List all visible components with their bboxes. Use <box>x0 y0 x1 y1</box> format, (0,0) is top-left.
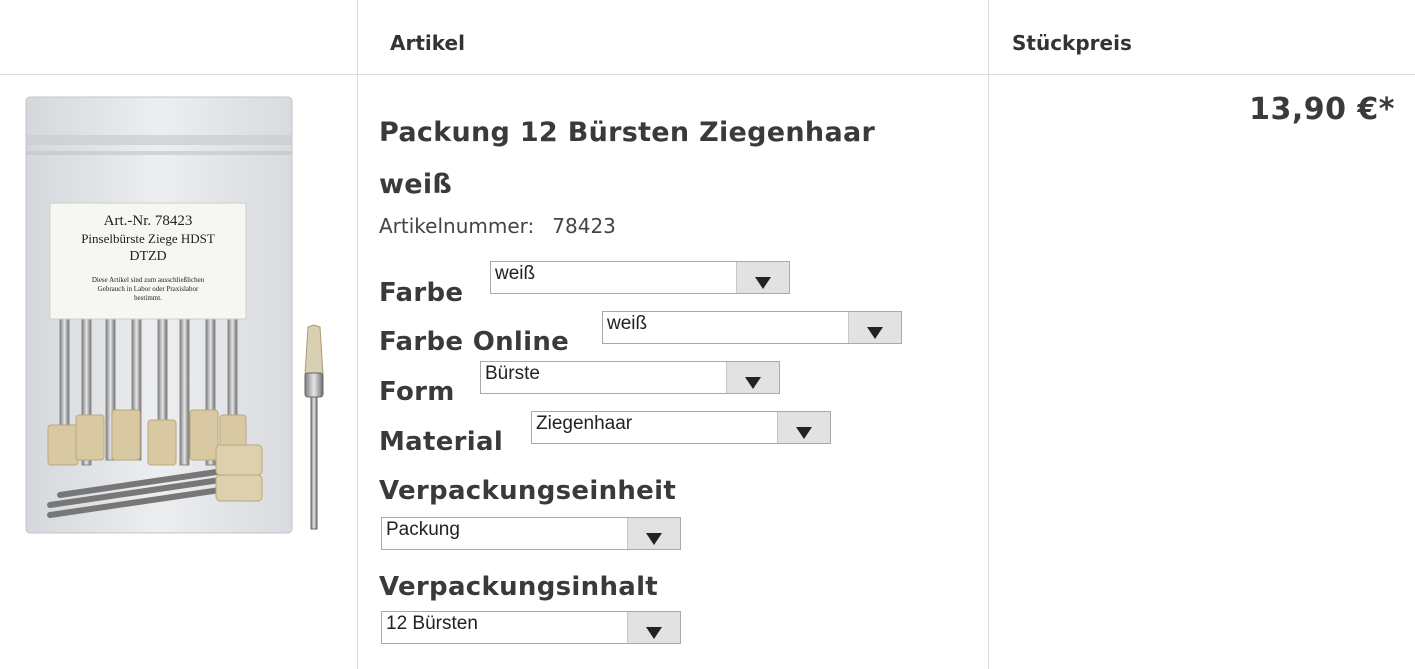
form-select[interactable]: Bürste <box>480 361 780 394</box>
chevron-down-icon[interactable] <box>627 518 680 549</box>
option-label-farbe: Farbe <box>379 278 464 308</box>
option-label-verpackungsinhalt: Verpackungsinhalt <box>379 572 659 602</box>
material-select[interactable]: Ziegenhaar <box>531 411 831 444</box>
product-image[interactable]: Art.-Nr. 78423 Pinselbürste Ziege HDST D… <box>20 95 342 535</box>
image-label-line5: Gebrauch in Labor oder Praxislabor <box>98 285 199 293</box>
chevron-down-icon[interactable] <box>848 312 901 343</box>
material-select-value: Ziegenhaar <box>536 413 633 434</box>
image-label-line6: bestimmt. <box>134 294 162 302</box>
farbe-online-select-value: weiß <box>607 313 648 334</box>
unit-price: 13,90 €* <box>1249 92 1395 127</box>
option-label-verpackungseinheit: Verpackungseinheit <box>379 476 677 506</box>
chevron-down-icon[interactable] <box>726 362 779 393</box>
article-number-value: 78423 <box>552 214 616 238</box>
farbe-select[interactable]: weiß <box>490 261 790 294</box>
image-label-line1: Art.-Nr. 78423 <box>104 213 193 229</box>
option-label-farbe-online: Farbe Online <box>379 327 570 357</box>
header-divider <box>0 74 1415 75</box>
form-select-value: Bürste <box>485 363 540 384</box>
option-label-form: Form <box>379 377 455 407</box>
farbe-online-select[interactable]: weiß <box>602 311 902 344</box>
verpackungseinheit-select[interactable]: Packung <box>381 517 681 550</box>
chevron-down-icon[interactable] <box>736 262 789 293</box>
header-stueckpreis: Stückpreis <box>1012 31 1132 55</box>
farbe-select-value: weiß <box>495 263 536 284</box>
header-artikel: Artikel <box>390 31 465 55</box>
column-divider <box>988 0 989 669</box>
verpackungseinheit-select-value: Packung <box>386 519 460 540</box>
image-label-line3: DTZD <box>129 249 166 264</box>
option-label-material: Material <box>379 427 504 457</box>
article-number: Artikelnummer: 78423 <box>379 214 616 238</box>
chevron-down-icon[interactable] <box>627 612 680 643</box>
image-label-line2: Pinselbürste Ziege HDST <box>81 231 215 246</box>
product-title[interactable]: Packung 12 Bürsten Ziegenhaar weiß <box>379 107 939 211</box>
article-number-label: Artikelnummer: <box>379 214 535 238</box>
image-label-line4: Diese Artikel sind zum ausschließlichen <box>92 276 205 284</box>
verpackungsinhalt-select[interactable]: 12 Bürsten <box>381 611 681 644</box>
verpackungsinhalt-select-value: 12 Bürsten <box>386 613 478 634</box>
chevron-down-icon[interactable] <box>777 412 830 443</box>
column-divider <box>357 0 358 669</box>
